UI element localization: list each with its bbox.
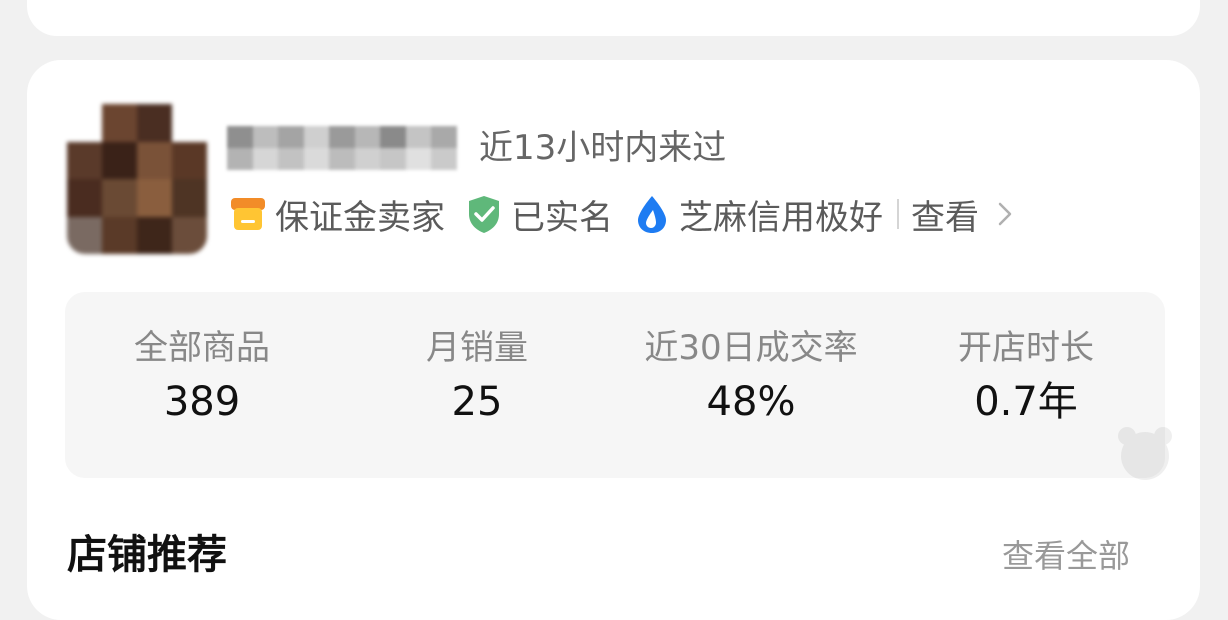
stat-shop-age[interactable]: 开店时长 0.7年 xyxy=(876,324,1176,432)
badge-divider xyxy=(897,199,899,229)
chevron-right-icon[interactable] xyxy=(995,199,1015,229)
deposit-seller-badge: 保证金卖家 xyxy=(229,190,445,239)
stat-all-items[interactable]: 全部商品 389 xyxy=(52,324,352,432)
last-seen-text: 近13小时内来过 xyxy=(479,128,727,168)
badge-label: 已实名 xyxy=(511,197,613,238)
stat-label: 近30日成交率 xyxy=(644,328,858,368)
store-icon xyxy=(231,198,265,230)
seller-badges[interactable]: 保证金卖家 已实名 芝麻信用极好 查看 xyxy=(229,190,1015,238)
sesame-credit-badge: 芝麻信用极好 xyxy=(633,190,883,239)
stat-label: 开店时长 xyxy=(958,328,1094,368)
stat-monthly-sales[interactable]: 月销量 25 xyxy=(327,324,627,432)
real-name-badge: 已实名 xyxy=(465,190,613,239)
shop-stats-panel: 全部商品 389 月销量 25 近30日成交率 48% 开店时长 0.7年 xyxy=(65,292,1172,480)
previous-card xyxy=(27,0,1200,36)
stat-value: 389 xyxy=(163,379,241,425)
seller-avatar[interactable] xyxy=(67,104,207,254)
water-drop-icon xyxy=(638,196,666,233)
stat-label: 月销量 xyxy=(426,328,528,368)
view-all-link[interactable]: 查看全部 xyxy=(1002,534,1130,578)
seller-card: 近13小时内来过 保证金卖家 已实名 芝麻信用极好 查看 全部商品 389 月销… xyxy=(27,60,1200,620)
stat-label: 全部商品 xyxy=(134,328,270,368)
stat-value: 48% xyxy=(706,379,796,425)
badge-label: 保证金卖家 xyxy=(275,197,445,238)
stat-transaction-rate[interactable]: 近30日成交率 48% xyxy=(601,324,901,432)
seller-name-blurred[interactable] xyxy=(227,126,457,170)
watermark-logo-icon xyxy=(1118,427,1172,480)
shield-check-icon xyxy=(469,196,499,233)
section-title: 店铺推荐 xyxy=(67,532,227,578)
view-credit-link[interactable]: 查看 xyxy=(911,190,979,239)
stat-value: 25 xyxy=(451,379,503,425)
badge-label: 芝麻信用极好 xyxy=(679,197,883,238)
